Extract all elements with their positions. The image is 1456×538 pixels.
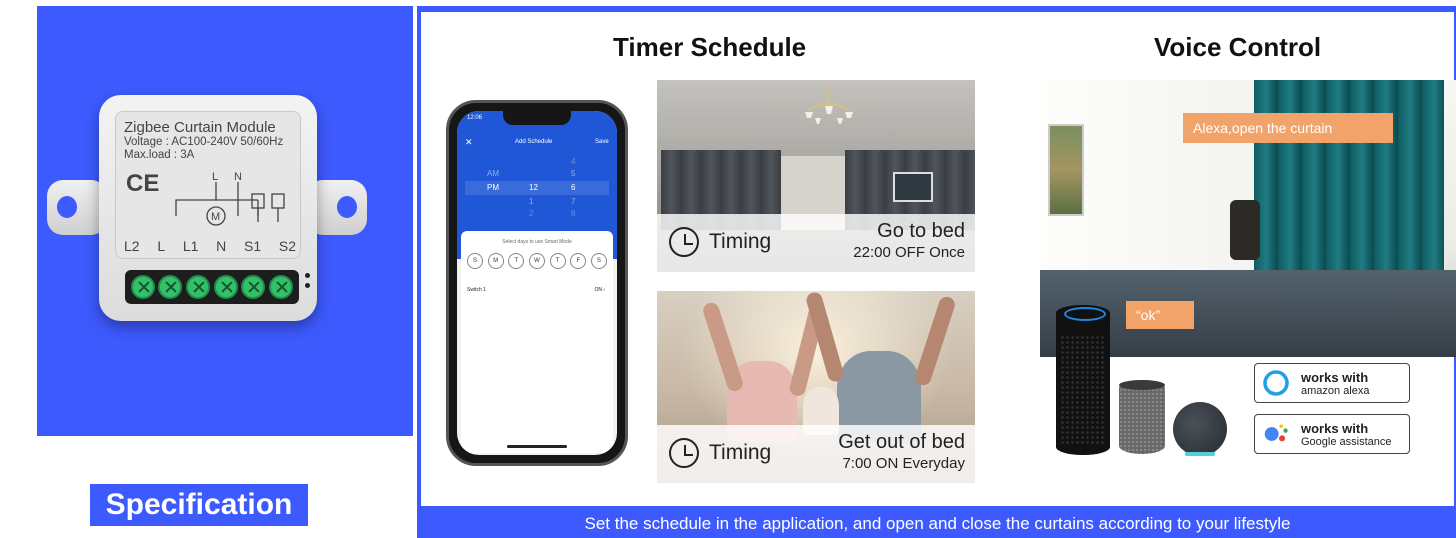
close-icon[interactable]: ✕ (465, 137, 473, 148)
phone-notch (503, 111, 571, 125)
terminal-label: S1 (244, 238, 262, 254)
module-body: Zigbee Curtain Module Voltage : AC100-24… (99, 95, 317, 321)
timer-schedule-heading: Timer Schedule (613, 32, 807, 62)
terminal-label: L2 (124, 238, 140, 254)
schedule-title: Add Schedule (515, 139, 553, 145)
screw-terminal-icon (241, 275, 266, 299)
save-button[interactable]: Save (595, 139, 609, 145)
event-detail: 22:00 OFF Once (853, 244, 965, 261)
app-screen: 12:06 ✕ Add Schedule Save 4 AM 5 PM 12 6 17… (457, 111, 617, 455)
day-toggle[interactable]: T (549, 253, 566, 269)
day-toggle[interactable]: W (528, 253, 545, 269)
days-sheet: Select days to use Smart Mode S M T W T … (461, 231, 613, 453)
echo-dot-speaker (1173, 402, 1227, 456)
sculpture (1230, 200, 1260, 260)
feature-caption: Set the schedule in the application, and… (584, 514, 1291, 533)
clock-icon (669, 227, 699, 257)
ok-speech-bubble: “ok” (1126, 301, 1194, 329)
voice-control-heading: Voice Control (1154, 32, 1322, 62)
curtain-module-image: Zigbee Curtain Module Voltage : AC100-24… (47, 95, 367, 321)
event-title: Go to bed (877, 220, 965, 242)
timing-label: Timing (709, 441, 772, 464)
bedroom-night-photo: Timing Go to bed 22:00 OFF Once (657, 80, 975, 272)
alexa-speech-bubble: Alexa,open the curtain (1183, 113, 1393, 143)
terminal-labels: L2 L L1 N S1 S2 (124, 238, 296, 254)
screw-terminal-icon (186, 275, 211, 299)
google-assistant-icon (1264, 424, 1288, 442)
day-toggle[interactable]: S (590, 253, 607, 269)
wall-art (893, 172, 933, 202)
phone-mockup: 12:06 ✕ Add Schedule Save 4 AM 5 PM 12 6 17… (446, 100, 628, 466)
clock-icon (669, 438, 699, 468)
badge-line2: amazon alexa (1301, 385, 1370, 397)
day-selector: S M T W T F S (467, 253, 607, 269)
switch-label: Switch 1 (467, 287, 486, 293)
terminal-label: N (216, 238, 227, 254)
google-assistant-badge: works with Google assistance (1254, 414, 1410, 454)
terminal-label: L1 (182, 238, 199, 254)
day-toggle[interactable]: S (467, 253, 483, 269)
chandelier-icon (805, 88, 853, 124)
day-toggle[interactable]: F (570, 253, 587, 269)
ce-mark: CE (126, 170, 160, 197)
switch-value[interactable]: ON › (594, 287, 605, 293)
day-toggle[interactable]: T (508, 253, 525, 269)
family-morning-photo: Timing Get out of bed 7:00 ON Everyday (657, 291, 975, 483)
badge-line1: works with (1301, 370, 1369, 385)
module-title: Zigbee Curtain Module (124, 119, 276, 136)
motor-symbol: M (211, 211, 220, 223)
day-toggle[interactable]: M (487, 253, 504, 269)
timing-label: Timing (709, 230, 772, 253)
badge-line2: Google assistance (1301, 436, 1392, 448)
badge-line1: works with (1301, 421, 1369, 436)
circuit-label-n: N (234, 171, 242, 183)
echo-plus-speaker (1119, 380, 1165, 454)
module-label: Zigbee Curtain Module Voltage : AC100-24… (115, 111, 301, 259)
event-title: Get out of bed (838, 431, 965, 453)
alexa-ring-icon (1263, 370, 1289, 396)
screw-terminal-icon (269, 275, 294, 299)
module-voltage: Voltage : AC100-240V 50/60Hz (124, 136, 284, 148)
mounting-ear-left (47, 180, 107, 235)
days-sheet-title: Select days to use Smart Mode (502, 239, 572, 245)
wiring-diagram-icon: L N M (175, 171, 285, 226)
screw-terminal-icon (213, 275, 238, 299)
screw-terminal-icon (158, 275, 183, 299)
speaker-grill (1060, 335, 1106, 445)
terminal-label: S2 (278, 238, 296, 254)
terminal-label: L (157, 238, 166, 254)
circuit-label-l: L (212, 171, 218, 183)
alexa-badge: works with amazon alexa (1254, 363, 1410, 403)
mount-hole (337, 196, 357, 218)
home-indicator (507, 445, 567, 448)
specification-heading: Specification (90, 484, 308, 526)
screw-terminal-icon (130, 275, 155, 299)
status-led (305, 273, 310, 278)
module-maxload: Max.load : 3A (124, 149, 195, 161)
terminal-block (125, 270, 299, 304)
wall-painting (1048, 124, 1084, 216)
mount-hole (57, 196, 77, 218)
event-detail: 7:00 ON Everyday (842, 455, 965, 472)
reset-button (305, 283, 310, 288)
echo-speaker (1056, 305, 1110, 455)
status-time: 12:06 (467, 115, 483, 121)
